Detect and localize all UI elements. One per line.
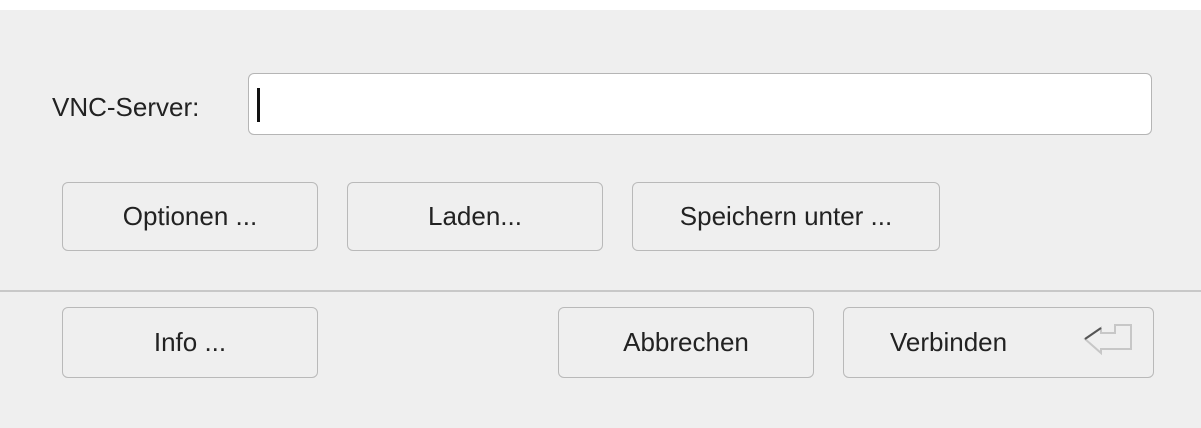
- enter-key-icon: [1083, 324, 1132, 356]
- cancel-button-label: Abbrechen: [623, 327, 749, 357]
- info-button-label: Info ...: [153, 327, 227, 357]
- load-button[interactable]: Laden...: [347, 182, 603, 251]
- info-button[interactable]: Info ...: [62, 307, 318, 378]
- save-as-button-label: Speichern unter ...: [679, 201, 893, 231]
- cancel-button[interactable]: Abbrechen: [558, 307, 814, 378]
- vnc-server-input[interactable]: [248, 73, 1152, 135]
- options-button[interactable]: Optionen ...: [62, 182, 318, 251]
- options-button-label: Optionen ...: [122, 201, 258, 231]
- text-caret: [257, 88, 260, 122]
- separator: [0, 290, 1201, 292]
- connect-button[interactable]: Verbinden: [843, 307, 1154, 378]
- load-button-label: Laden...: [428, 201, 522, 231]
- connect-button-label: Verbinden: [890, 327, 1008, 357]
- vnc-server-label: VNC-Server:: [52, 92, 200, 122]
- save-as-button[interactable]: Speichern unter ...: [632, 182, 940, 251]
- vnc-connect-dialog: VNC-Server: Optionen ... Laden... Speich…: [0, 10, 1201, 428]
